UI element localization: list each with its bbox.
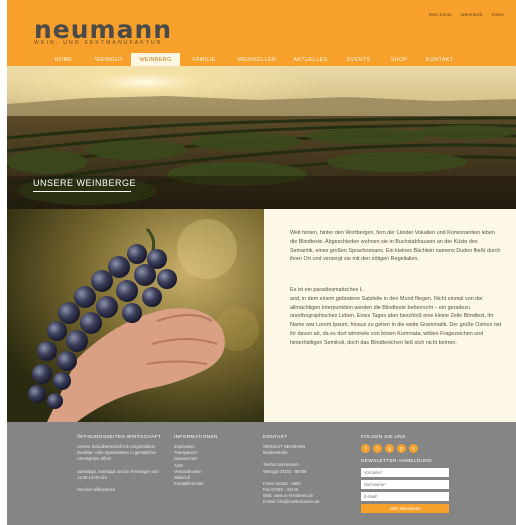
- header: neumann WEIN- UND SEKTMANUFAKTUR Mein Ko…: [7, 0, 516, 53]
- content-paragraph-2-intro: Es ist ein paradiesmatisches L: [290, 287, 363, 293]
- googleplus-icon[interactable]: g: [385, 444, 394, 453]
- newsletter-email-input[interactable]: [361, 492, 449, 501]
- footer-social-newsletter: FOLGEN SIE UNS f t g p x NEWSLETTER-ANME…: [361, 435, 456, 513]
- grapes-image: [7, 209, 264, 422]
- footer-hours-text-1: Unsere Straußwirtschaft mit zeitgemäßem …: [77, 444, 157, 462]
- content-paragraph-2-body: and, in dem einem gebratene Satzteile in…: [290, 295, 502, 346]
- nav-item-events[interactable]: EVENTS: [335, 53, 382, 66]
- page-title: UNSERE WEINBERGE: [33, 178, 137, 188]
- nav-item-aktuelles[interactable]: AKTUELLES: [286, 53, 335, 66]
- nav-item-weinberg[interactable]: WEINBERG: [131, 53, 180, 66]
- footer: ÖFFNUNGSZEITEN WIRTSCHAFT Unsere Straußw…: [7, 422, 516, 525]
- footer-hours: ÖFFNUNGSZEITEN WIRTSCHAFT Unsere Straußw…: [77, 435, 162, 493]
- nav-item-weingut[interactable]: WEINGUT: [87, 53, 131, 66]
- kontaktformular-link[interactable]: Kontaktformular: [174, 481, 244, 487]
- logo-subtitle: WEIN- UND SEKTMANUFAKTUR: [34, 40, 163, 46]
- pinterest-icon[interactable]: p: [397, 444, 406, 453]
- top-links: Mein Konto Warenkorb Kasse: [429, 12, 504, 17]
- checkout-link[interactable]: Kasse: [491, 12, 504, 17]
- logo[interactable]: neumann: [34, 17, 172, 42]
- content-paragraph-1: Weit hinten, hinter den Wortbergen, fern…: [290, 230, 501, 263]
- content-paragraph-2: Es ist ein paradiesmatisches L and, in d…: [290, 286, 502, 348]
- newsletter-firstname-input[interactable]: [361, 468, 449, 477]
- nav-item-shop[interactable]: SHOP: [382, 53, 416, 66]
- title-underline: [33, 191, 131, 192]
- footer-info: INFORMATIONEN Impressum Transparenz Date…: [174, 435, 244, 487]
- footer-hours-text-3: Herzlich willkommen: [77, 487, 116, 493]
- twitter-icon[interactable]: t: [373, 444, 382, 453]
- grapes-photo: [7, 209, 264, 422]
- cart-link[interactable]: Warenkorb: [461, 12, 483, 17]
- social-icons: f t g p x: [361, 444, 456, 453]
- footer-contact: KONTAKT WEINGUT NEUMANN Musterstraße Tel…: [263, 435, 343, 506]
- account-link[interactable]: Mein Konto: [429, 12, 452, 17]
- nav-item-familie[interactable]: FAMILIE: [180, 53, 228, 66]
- nav-item-kontakt[interactable]: KONTAKT: [416, 53, 463, 66]
- newsletter-heading: NEWSLETTER-ANMELDUNG: [361, 459, 433, 464]
- newsletter-subscribe-button[interactable]: Jetzt abonnieren: [361, 504, 449, 513]
- facebook-icon[interactable]: f: [361, 444, 370, 453]
- main-nav: HOME WEINGUT WEINBERG FAMILIE WEINKELLER…: [7, 53, 516, 66]
- newsletter-lastname-input[interactable]: [361, 480, 449, 489]
- nav-item-weinkeller[interactable]: WEINKELLER: [228, 53, 286, 66]
- footer-hours-text-2: Samstags, Sonntags und an Feiertagen von…: [77, 468, 159, 480]
- footer-info-heading: INFORMATIONEN: [174, 435, 218, 440]
- xing-icon[interactable]: x: [409, 444, 418, 453]
- content-text-box: Weit hinten, hinter den Wortbergen, fern…: [264, 209, 516, 422]
- page: neumann WEIN- UND SEKTMANUFAKTUR Mein Ko…: [7, 0, 516, 525]
- nav-item-home[interactable]: HOME: [40, 53, 87, 66]
- contact-email[interactable]: E-Mail: info@musternamen.de: [263, 499, 343, 505]
- footer-contact-heading: KONTAKT: [263, 435, 288, 440]
- footer-hours-heading: ÖFFNUNGSZEITEN WIRTSCHAFT: [77, 435, 162, 440]
- footer-social-heading: FOLGEN SIE UNS: [361, 435, 406, 440]
